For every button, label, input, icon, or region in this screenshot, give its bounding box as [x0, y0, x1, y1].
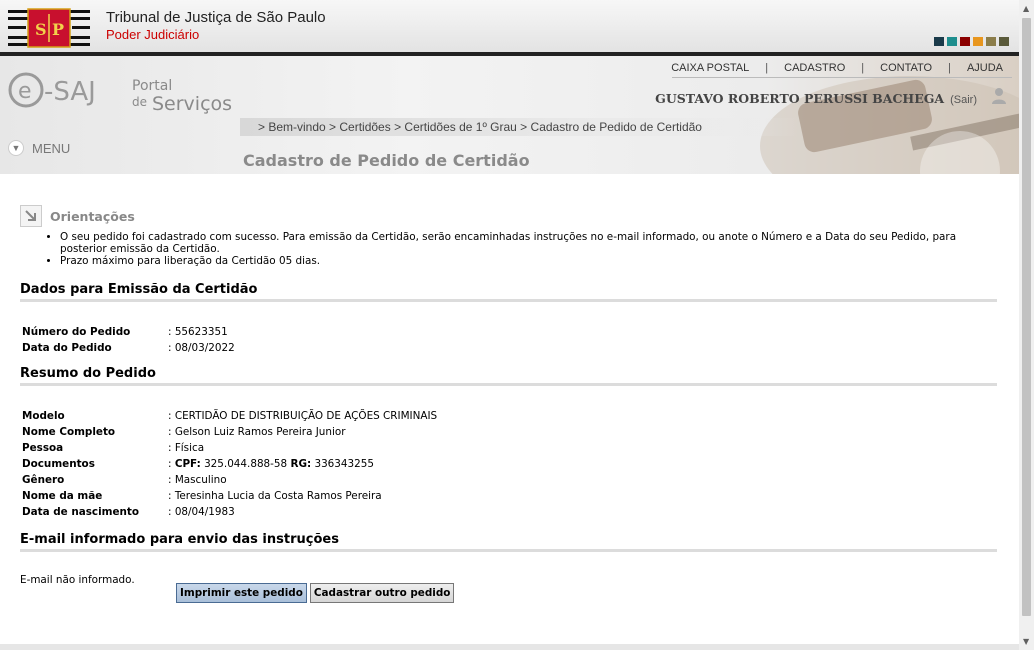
user-icon	[992, 88, 1006, 104]
list-item: Prazo máximo para liberação da Certidão …	[60, 255, 997, 267]
theme-color-swatches	[934, 37, 1009, 46]
cadastro-link[interactable]: CADASTRO	[784, 62, 845, 74]
documentos-value: : CPF: 325.044.888-58 RG: 336343255	[168, 458, 374, 470]
genero-value: : Masculino	[168, 474, 227, 486]
list-item: O seu pedido foi cadastrado com sucesso.…	[60, 231, 997, 255]
orientacoes-title: Orientações	[50, 208, 135, 224]
svg-text:-SAJ: -SAJ	[44, 77, 96, 107]
theme-swatch[interactable]	[986, 37, 996, 46]
nome-completo-row: Nome Completo : Gelson Luiz Ramos Pereir…	[20, 424, 997, 440]
theme-swatch[interactable]	[960, 37, 970, 46]
new-order-button[interactable]: Cadastrar outro pedido	[309, 583, 455, 603]
menu-separator: |	[765, 62, 769, 74]
numero-pedido-row: Número do Pedido : 55623351	[20, 324, 997, 340]
svg-text:e: e	[18, 79, 32, 104]
menu-separator: |	[948, 62, 951, 74]
nome-mae-value: : Teresinha Lucia da Costa Ramos Pereira	[168, 490, 382, 502]
genero-row: Gênero : Masculino	[20, 472, 997, 488]
court-title: Tribunal de Justiça de São Paulo	[106, 9, 326, 26]
nome-mae-row: Nome da mãe : Teresinha Lucia da Costa R…	[20, 488, 997, 504]
documentos-row: Documentos : CPF: 325.044.888-58 RG: 336…	[20, 456, 997, 472]
data-nascimento-row: Data de nascimento : 08/04/1983	[20, 504, 997, 520]
main-content: Orientações O seu pedido foi cadastrado …	[20, 205, 997, 586]
arrow-down-right-icon	[20, 205, 42, 227]
action-buttons: Imprimir este pedido Cadastrar outro ped…	[176, 583, 455, 603]
modelo-value: : CERTIDÃO DE DISTRIBUIÇÃO DE AÇÕES CRIM…	[168, 410, 438, 422]
data-nascimento-value: : 08/04/1983	[168, 506, 235, 518]
theme-swatch[interactable]	[934, 37, 944, 46]
dados-section-title: Dados para Emissão da Certidão	[20, 282, 997, 302]
field-label: Nome da mãe	[22, 490, 103, 502]
theme-swatch[interactable]	[999, 37, 1009, 46]
field-label: Gênero	[22, 474, 65, 486]
field-label: Documentos	[22, 458, 95, 470]
svg-text:P: P	[52, 20, 64, 39]
pessoa-row: Pessoa : Física	[20, 440, 997, 456]
caixa-postal-link[interactable]: CAIXA POSTAL	[671, 62, 749, 74]
top-menu-underline	[672, 77, 1012, 78]
field-label: Modelo	[22, 410, 65, 422]
pessoa-value: : Física	[168, 442, 205, 454]
svg-text:de: de	[132, 95, 147, 109]
tjsp-coat-of-arms-logo: S P	[8, 8, 90, 48]
ajuda-link[interactable]: AJUDA	[967, 62, 1003, 74]
menu-separator: |	[861, 62, 865, 74]
svg-text:S: S	[35, 20, 47, 39]
scroll-up-arrow-icon[interactable]: ▲	[1023, 4, 1029, 13]
orientacoes-list: O seu pedido foi cadastrado com sucesso.…	[60, 231, 997, 267]
dados-fields: Número do Pedido : 55623351 Data do Pedi…	[20, 324, 997, 356]
orientacoes-header: Orientações	[20, 205, 997, 227]
field-label: Data do Pedido	[22, 342, 112, 354]
scroll-down-arrow-icon[interactable]: ▼	[1023, 637, 1029, 646]
chevron-down-icon: ▼	[8, 140, 24, 156]
menu-toggle[interactable]: ▼ MENU	[8, 140, 70, 156]
court-subtitle: Poder Judiciário	[106, 27, 200, 42]
nome-completo-value: : Gelson Luiz Ramos Pereira Junior	[168, 426, 346, 438]
scrollbar-thumb[interactable]	[1022, 18, 1031, 616]
vertical-scrollbar[interactable]: ▲ ▼	[1019, 0, 1034, 650]
tj-header: S P Tribunal de Justiça de São Paulo Pod…	[0, 0, 1019, 52]
theme-swatch[interactable]	[947, 37, 957, 46]
numero-pedido-value: : 55623351	[168, 326, 228, 338]
field-label: Nome Completo	[22, 426, 116, 438]
top-navigation-menu: CAIXA POSTAL | CADASTRO | CONTATO | AJUD…	[671, 62, 1003, 74]
contato-link[interactable]: CONTATO	[880, 62, 932, 74]
breadcrumb[interactable]: > Bem-vindo > Certidões > Certidões de 1…	[240, 118, 800, 136]
user-info: GUSTAVO ROBERTO PERUSSI BACHEGA (Sair)	[655, 91, 977, 106]
user-name: GUSTAVO ROBERTO PERUSSI BACHEGA	[655, 91, 945, 106]
esaj-portal-header: e -SAJ Portal de Serviços CAIXA POSTAL |…	[0, 56, 1019, 174]
menu-label: MENU	[32, 140, 71, 156]
field-label: Número do Pedido	[22, 326, 131, 338]
esaj-portal-logo: e -SAJ Portal de Serviços	[8, 72, 232, 115]
email-status-text: E-mail não informado.	[20, 574, 135, 586]
data-pedido-value: : 08/03/2022	[168, 342, 235, 354]
email-section-title: E-mail informado para envio das instruçõ…	[20, 532, 997, 552]
page-title: Cadastro de Pedido de Certidão	[243, 151, 530, 170]
field-label: Data de nascimento	[22, 506, 140, 518]
modelo-row: Modelo : CERTIDÃO DE DISTRIBUIÇÃO DE AÇÕ…	[20, 408, 997, 424]
data-pedido-row: Data do Pedido : 08/03/2022	[20, 340, 997, 356]
logout-link[interactable]: (Sair)	[950, 94, 977, 106]
svg-text:Serviços: Serviços	[152, 93, 232, 115]
theme-swatch[interactable]	[973, 37, 983, 46]
print-order-button[interactable]: Imprimir este pedido	[176, 583, 307, 603]
resumo-fields: Modelo : CERTIDÃO DE DISTRIBUIÇÃO DE AÇÕ…	[20, 408, 997, 520]
bottom-strip	[0, 644, 1019, 650]
resumo-section-title: Resumo do Pedido	[20, 366, 997, 386]
field-label: Pessoa	[22, 442, 64, 454]
svg-text:Portal: Portal	[132, 78, 172, 94]
